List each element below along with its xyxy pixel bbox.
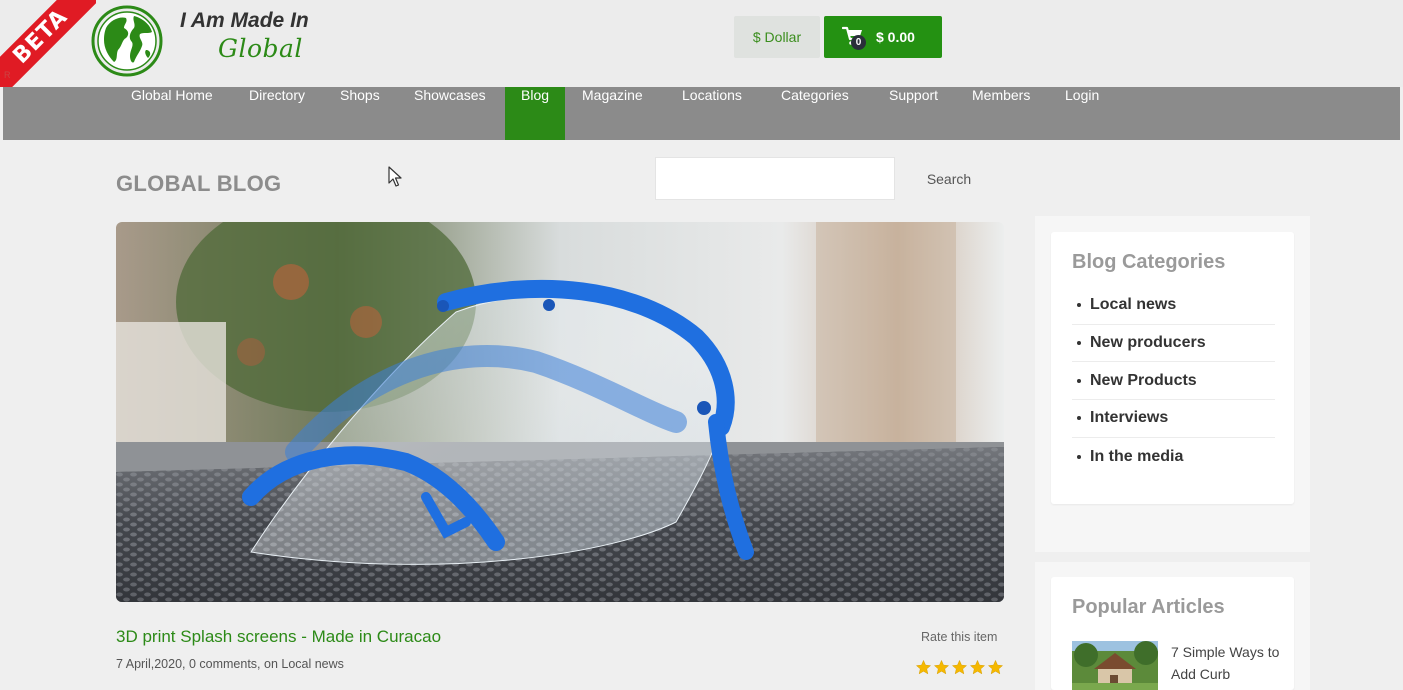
- nav-item-directory[interactable]: Directory: [249, 87, 305, 140]
- nav-item-members[interactable]: Members: [972, 87, 1030, 140]
- bullet-icon: [1077, 378, 1081, 383]
- star-icon[interactable]: [933, 659, 950, 676]
- nav-item-blog[interactable]: Blog: [505, 87, 566, 140]
- bullet-icon: [1077, 341, 1081, 346]
- cart-icon: 0: [840, 26, 866, 50]
- popular-article-thumbnail[interactable]: [1072, 641, 1158, 690]
- mouse-cursor-icon: [388, 166, 402, 187]
- page-title: GLOBAL BLOG: [116, 171, 282, 196]
- rating-stars[interactable]: [915, 659, 1004, 676]
- beta-ribbon-corner: BETA: [0, 0, 96, 87]
- post-title-link[interactable]: 3D print Splash screens - Made in Curaca…: [116, 627, 441, 647]
- bullet-icon: [1077, 303, 1081, 308]
- cart-count-badge: 0: [851, 35, 866, 50]
- beta-ribbon: BETA: [0, 0, 96, 87]
- category-item-local-news[interactable]: Local news: [1072, 287, 1275, 325]
- brand-name-line1: I Am Made In: [180, 9, 309, 32]
- globe-logo-icon[interactable]: [90, 4, 164, 78]
- star-icon[interactable]: [987, 659, 1004, 676]
- site-header: BETA R I Am Made In Global $ Dollar 0 $ …: [0, 0, 1403, 87]
- category-item-new-producers[interactable]: New producers: [1072, 325, 1275, 363]
- cart-total: $ 0.00: [876, 29, 915, 45]
- brand-name-line2: Global: [218, 34, 303, 63]
- nav-item-magazine[interactable]: Magazine: [582, 87, 643, 140]
- nav-item-login[interactable]: Login: [1065, 87, 1099, 140]
- popular-article-title[interactable]: 7 Simple Ways to Add Curb: [1171, 641, 1281, 685]
- bullet-icon: [1077, 454, 1081, 459]
- blog-categories-list: Local news New producers New Products In…: [1072, 287, 1275, 475]
- popular-articles-heading: Popular Articles: [1072, 596, 1225, 618]
- star-icon[interactable]: [969, 659, 986, 676]
- category-item-in-the-media[interactable]: In the media: [1072, 438, 1275, 476]
- nav-item-locations[interactable]: Locations: [682, 87, 742, 140]
- category-item-interviews[interactable]: Interviews: [1072, 400, 1275, 438]
- currency-selector-button[interactable]: $ Dollar: [734, 16, 820, 58]
- main-nav: Global Home Directory Shops Showcases Bl…: [3, 87, 1400, 140]
- bullet-icon: [1077, 416, 1081, 421]
- nav-item-showcases[interactable]: Showcases: [414, 87, 486, 140]
- search-button[interactable]: Search: [910, 157, 988, 200]
- nav-item-categories[interactable]: Categories: [781, 87, 849, 140]
- nav-item-shops[interactable]: Shops: [340, 87, 380, 140]
- cart-button[interactable]: 0 $ 0.00: [824, 16, 942, 58]
- category-item-new-products[interactable]: New Products: [1072, 362, 1275, 401]
- nav-item-support[interactable]: Support: [889, 87, 938, 140]
- beta-mark: R: [4, 70, 11, 80]
- blog-categories-heading: Blog Categories: [1072, 251, 1226, 273]
- nav-item-global-home[interactable]: Global Home: [131, 87, 213, 140]
- star-icon[interactable]: [951, 659, 968, 676]
- post-featured-image[interactable]: [116, 222, 1004, 602]
- star-icon[interactable]: [915, 659, 932, 676]
- post-meta: 7 April,2020, 0 comments, on Local news: [116, 657, 344, 671]
- search-input[interactable]: [655, 157, 895, 200]
- rate-label: Rate this item: [921, 630, 998, 644]
